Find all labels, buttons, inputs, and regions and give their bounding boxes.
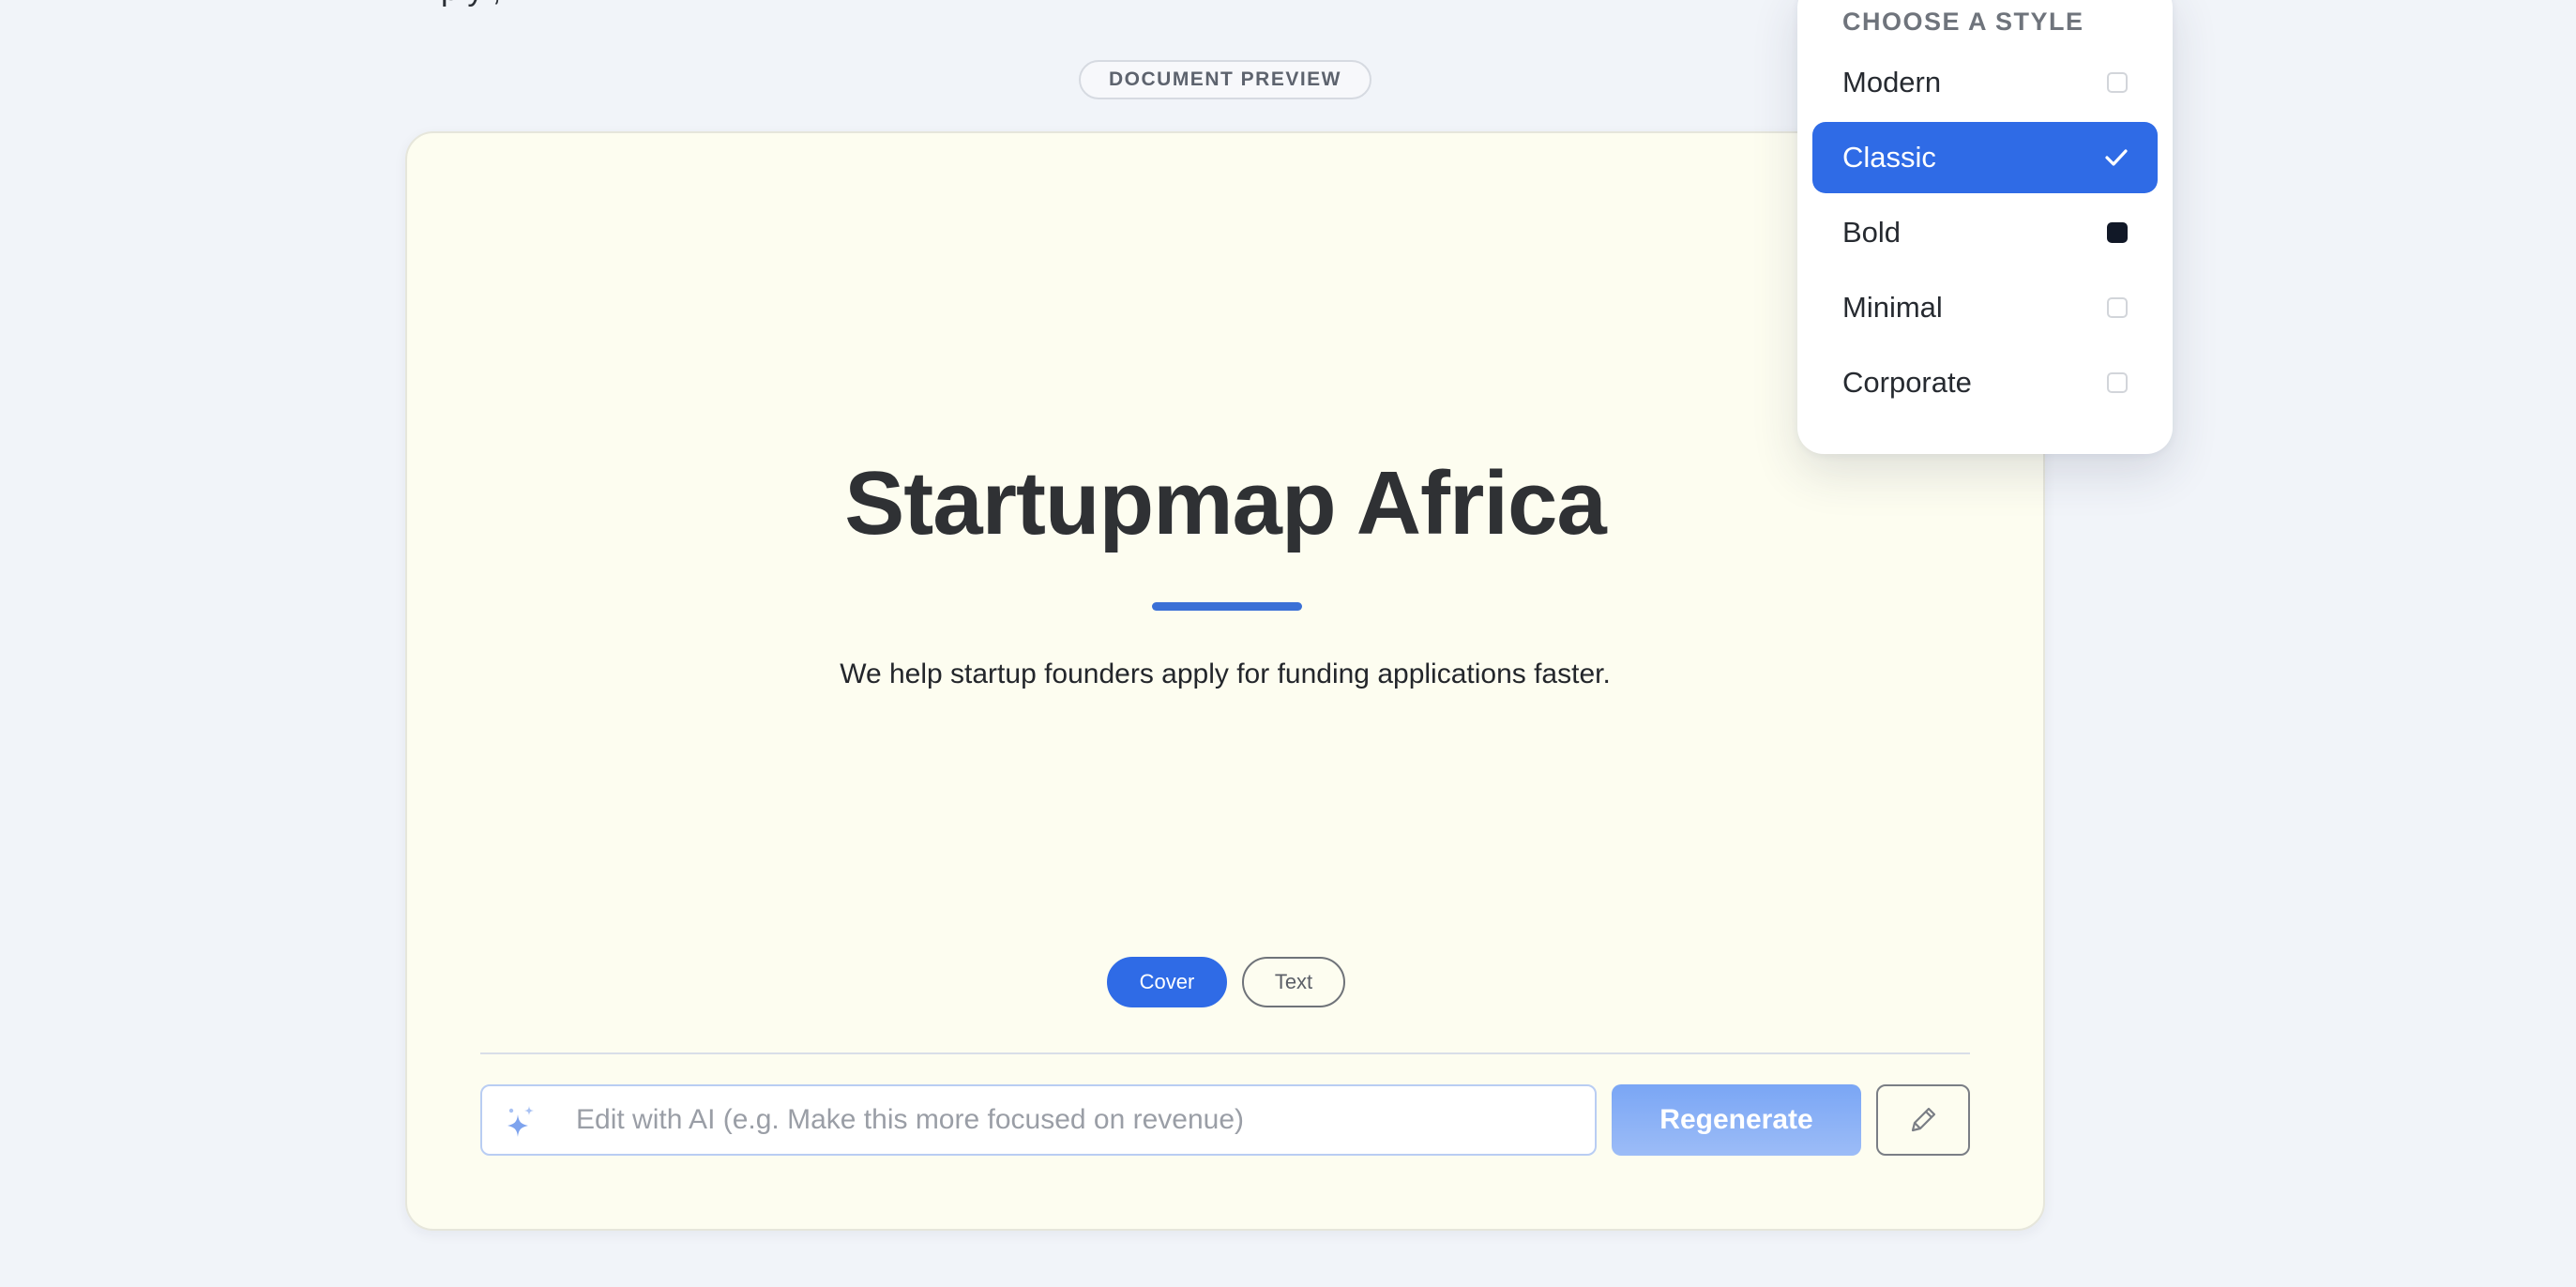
style-option-label: Corporate	[1842, 366, 1972, 399]
pencil-icon	[1911, 1107, 1936, 1132]
checkbox-filled-icon	[2107, 222, 2128, 243]
checkbox-icon	[2107, 372, 2128, 393]
document-subtitle: We help startup founders apply for fundi…	[840, 659, 1611, 689]
regenerate-button[interactable]: Regenerate	[1612, 1084, 1861, 1156]
style-option-label: Minimal	[1842, 291, 1943, 324]
ai-edit-field[interactable]	[480, 1084, 1597, 1156]
document-preview-badge: DOCUMENT PREVIEW	[1079, 60, 1371, 99]
style-option-label: Modern	[1842, 66, 1942, 98]
card-divider	[480, 1052, 1970, 1054]
title-underline-rule	[1152, 602, 1302, 611]
style-option-modern[interactable]: Modern	[1812, 47, 2158, 118]
ai-edit-input[interactable]	[576, 1086, 1580, 1154]
checkmark-icon	[2105, 149, 2128, 166]
style-option-label: Classic	[1842, 141, 1936, 174]
mode-tabs: Cover Text	[1107, 957, 1345, 1007]
style-dropdown-menu: CHOOSE A STYLE Modern Classic Bold Minim…	[1797, 0, 2173, 454]
sparkle-icon	[508, 1106, 534, 1137]
header-partial-text: p y ,	[441, 0, 501, 8]
tab-cover[interactable]: Cover	[1107, 957, 1227, 1007]
style-option-corporate[interactable]: Corporate	[1812, 347, 2158, 418]
document-title: Startupmap Africa	[844, 453, 1607, 553]
style-option-label: Bold	[1842, 216, 1902, 249]
tab-text[interactable]: Text	[1242, 957, 1345, 1007]
style-option-bold[interactable]: Bold	[1812, 197, 2158, 268]
manual-edit-button[interactable]	[1876, 1084, 1970, 1156]
style-option-classic[interactable]: Classic	[1812, 122, 2158, 193]
style-option-minimal[interactable]: Minimal	[1812, 272, 2158, 343]
checkbox-icon	[2107, 297, 2128, 318]
style-menu-heading: CHOOSE A STYLE	[1842, 8, 2084, 36]
checkbox-icon	[2107, 72, 2128, 93]
